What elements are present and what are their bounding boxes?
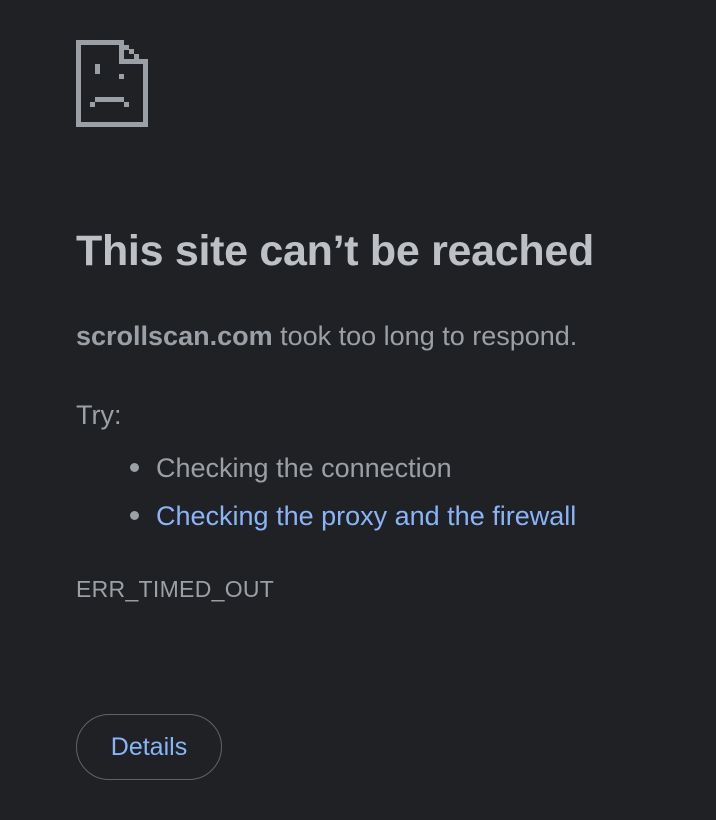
bullet-icon <box>130 511 139 520</box>
try-label: Try: <box>76 400 122 430</box>
details-button[interactable]: Details <box>76 714 222 780</box>
bullet-icon <box>130 463 139 472</box>
suggestion-check-proxy-firewall: Checking the proxy and the firewall <box>130 492 576 540</box>
error-headline: This site can’t be reached <box>76 227 594 275</box>
error-summary: scrollscan.com took too long to respond. <box>76 318 577 354</box>
suggestions-list: Checking the connection Checking the pro… <box>130 444 576 540</box>
error-code: ERR_TIMED_OUT <box>76 576 275 602</box>
summary-message: took too long to respond. <box>272 321 578 351</box>
host-name: scrollscan.com <box>76 321 273 351</box>
suggestion-text: Checking the connection <box>156 453 452 483</box>
sad-page-icon <box>76 40 148 127</box>
proxy-firewall-link[interactable]: Checking the proxy and the firewall <box>156 501 576 531</box>
suggestion-check-connection: Checking the connection <box>130 444 576 492</box>
